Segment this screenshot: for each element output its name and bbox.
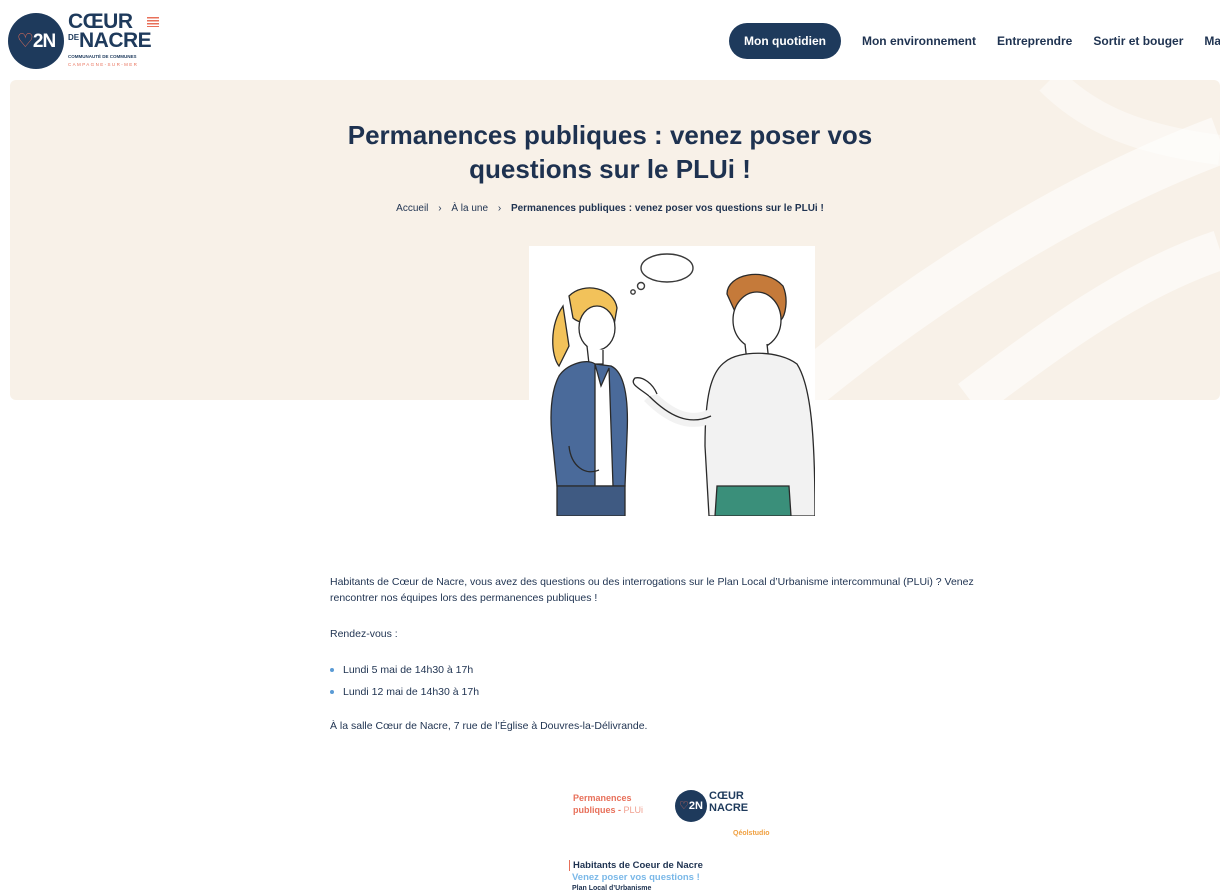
- logo-stripes: [147, 17, 159, 27]
- site-header: ♡2N CŒUR DE NACRE COMMUNAUTÉ DE COMMUNES…: [0, 0, 1220, 80]
- poster-image: Permanences publiques - PLUi ♡2N CŒUR NA…: [563, 780, 770, 892]
- breadcrumb-section[interactable]: À la une: [451, 203, 488, 214]
- logo-line2: NACRE: [79, 29, 152, 52]
- poster-title-plui: PLUi: [623, 805, 644, 815]
- poster-heart-icon: ♡: [679, 800, 689, 812]
- logo-monogram-text: 2N: [32, 31, 56, 52]
- logo-wordmark: CŒUR DE NACRE COMMUNAUTÉ DE COMMUNES CAM…: [68, 10, 160, 72]
- main-nav: Mon quotidien Mon environnement Entrepre…: [729, 23, 1220, 59]
- article-illustration: [529, 246, 815, 516]
- list-item: Lundi 12 mai de 14h30 à 17h: [330, 684, 980, 700]
- nav-item-ma-communaute[interactable]: Ma co: [1204, 34, 1220, 48]
- poster-brand: Qéolstudio: [733, 830, 770, 837]
- breadcrumb: Accueil › À la une › Permanences publiqu…: [10, 203, 1210, 214]
- page-title-line1: Permanences publiques : venez poser vos: [347, 120, 873, 150]
- article-location: À la salle Cœur de Nacre, 7 rue de l’Égl…: [330, 720, 648, 732]
- list-item-text: Lundi 5 mai de 14h30 à 17h: [343, 664, 474, 676]
- page-title-line2: questions sur le PLUi !: [469, 154, 751, 184]
- poster-caption: Plan Local d’Urbanisme: [572, 885, 652, 892]
- article-body: Habitants de Cœur de Nacre, vous avez de…: [330, 574, 980, 754]
- poster-title: Permanences publiques - PLUi: [573, 792, 643, 816]
- logo-heart-icon: ♡: [16, 31, 34, 52]
- breadcrumb-separator-icon: ›: [497, 203, 502, 214]
- nav-item-entreprendre[interactable]: Entreprendre: [997, 34, 1072, 48]
- poster-logo-monogram: ♡2N: [675, 790, 707, 822]
- list-item: Lundi 5 mai de 14h30 à 17h: [330, 662, 980, 678]
- breadcrumb-home[interactable]: Accueil: [396, 203, 428, 214]
- logo-monogram: ♡2N: [8, 13, 64, 69]
- poster-heading: Habitants de Coeur de Nacre: [569, 860, 703, 871]
- poster-logo-monogram-text: 2N: [688, 800, 703, 812]
- nav-item-mon-environnement[interactable]: Mon environnement: [862, 34, 976, 48]
- date-list: Lundi 5 mai de 14h30 à 17h Lundi 12 mai …: [330, 662, 980, 700]
- page-title: Permanences publiques : venez poser vos …: [10, 118, 1210, 186]
- poster-logo: ♡2N CŒUR NACRE: [675, 790, 767, 826]
- article-intro: Habitants de Cœur de Nacre, vous avez de…: [330, 576, 974, 604]
- poster-subheading: Venez poser vos questions !: [572, 872, 700, 883]
- list-item-text: Lundi 12 mai de 14h30 à 17h: [343, 686, 480, 698]
- poster-logo-line2: NACRE: [709, 802, 749, 814]
- logo-tagline: CAMPAGNE-SUR-MER: [68, 62, 139, 67]
- breadcrumb-separator-icon: ›: [438, 203, 442, 214]
- poster-logo-line1: CŒUR: [709, 790, 744, 802]
- nav-item-mon-quotidien[interactable]: Mon quotidien: [729, 23, 841, 59]
- site-logo[interactable]: ♡2N CŒUR DE NACRE COMMUNAUTÉ DE COMMUNES…: [8, 10, 160, 72]
- poster-title-line1: Permanences: [573, 793, 632, 803]
- article-rendezvous: Rendez-vous :: [330, 628, 398, 640]
- poster-title-line2: publiques -: [573, 805, 624, 815]
- bullet-icon: [330, 690, 334, 694]
- nav-item-sortir-et-bouger[interactable]: Sortir et bouger: [1093, 34, 1183, 48]
- logo-subtitle: COMMUNAUTÉ DE COMMUNES: [68, 54, 137, 59]
- bullet-icon: [330, 668, 334, 672]
- logo-de: DE: [68, 33, 80, 42]
- two-people-talking-image: [550, 253, 815, 516]
- breadcrumb-current: Permanences publiques : venez poser vos …: [510, 203, 824, 214]
